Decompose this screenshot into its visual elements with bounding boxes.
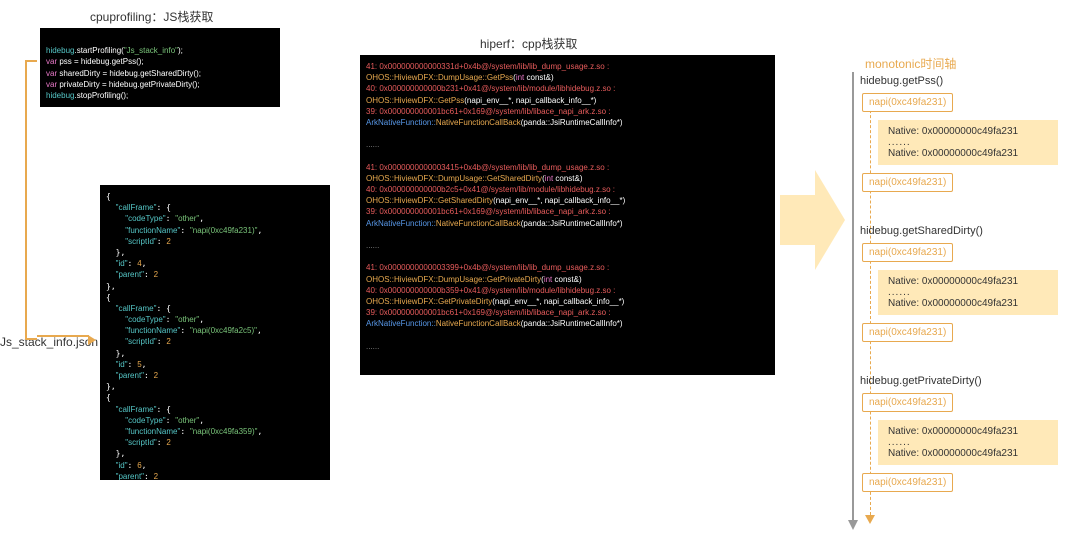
- js-code-box: hidebug.startProfiling("Js_stack_info");…: [40, 28, 280, 107]
- jsonfile-label: Js_stack_info.json: [0, 335, 98, 349]
- dash-axis: [870, 95, 871, 515]
- timeline-method: hidebug.getPss(): [860, 75, 943, 87]
- napi-tag: napi(0xc49fa231): [862, 323, 953, 342]
- big-arrow-icon: [780, 170, 840, 270]
- arrow-icon: [88, 335, 96, 345]
- cpp-box: 41: 0x000000000000331d+0x4b@/system/lib/…: [360, 55, 775, 375]
- connector-line: [25, 60, 37, 340]
- hiperf-label: hiperf：cpp栈获取: [480, 35, 577, 52]
- connector-hline: [37, 335, 89, 337]
- napi-tag: napi(0xc49fa231): [862, 243, 953, 262]
- timeline-axis: [852, 72, 854, 522]
- native-box: Native: 0x00000000c49fa231......Native: …: [878, 270, 1058, 315]
- napi-tag: napi(0xc49fa231): [862, 93, 953, 112]
- napi-tag: napi(0xc49fa231): [862, 393, 953, 412]
- native-box: Native: 0x00000000c49fa231......Native: …: [878, 120, 1058, 165]
- cpuprofiling-label: cpuprofiling：JS栈获取: [90, 8, 213, 25]
- napi-tag: napi(0xc49fa231): [862, 473, 953, 492]
- dash-arrowhead: [865, 515, 875, 524]
- json-box: { "callFrame": { "codeType": "other", "f…: [100, 185, 330, 480]
- monotonic-label: monotonic时间轴: [865, 55, 956, 72]
- native-box: Native: 0x00000000c49fa231......Native: …: [878, 420, 1058, 465]
- timeline-method: hidebug.getSharedDirty(): [860, 225, 983, 237]
- napi-tag: napi(0xc49fa231): [862, 173, 953, 192]
- timeline-method: hidebug.getPrivateDirty(): [860, 375, 982, 387]
